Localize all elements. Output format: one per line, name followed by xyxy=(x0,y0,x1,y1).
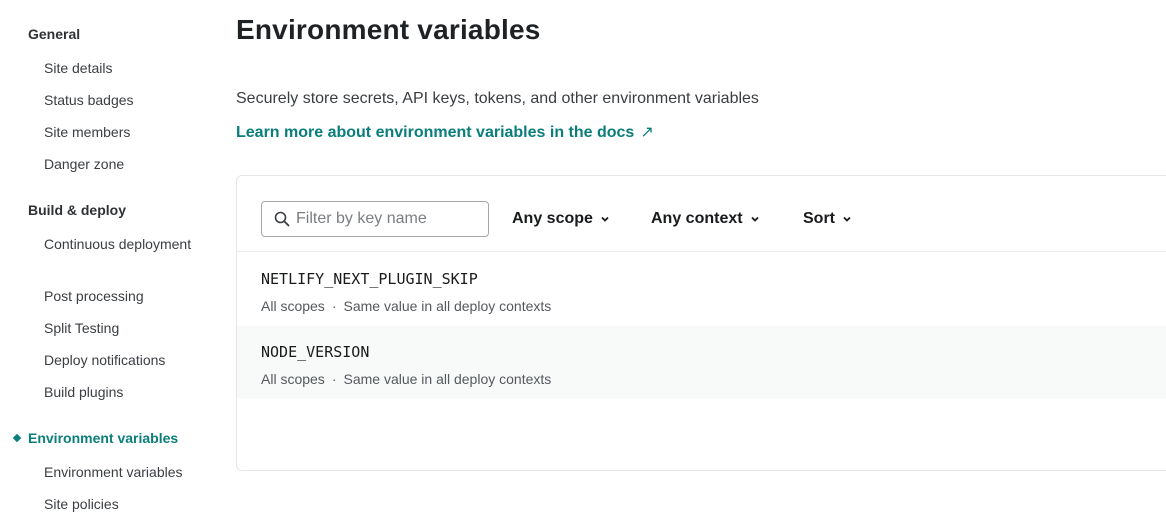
context-filter-button[interactable]: Any context xyxy=(651,206,760,232)
docs-link[interactable]: Learn more about environment variables i… xyxy=(236,122,654,142)
sidebar-item-deploy-notifications[interactable]: Deploy notifications xyxy=(44,350,165,370)
sidebar-item-danger-zone[interactable]: Danger zone xyxy=(44,154,124,174)
meta-separator: · xyxy=(331,298,337,314)
filter-toolbar: Any scope Any context Sort xyxy=(237,176,1166,252)
env-variable-row[interactable]: NODE_VERSION All scopes · Same value in al… xyxy=(237,326,1166,399)
docs-link-label: Learn more about environment variables i… xyxy=(236,124,635,141)
sidebar-item-post-processing[interactable]: Post processing xyxy=(44,286,144,306)
sort-label: Sort xyxy=(803,210,835,227)
sidebar-item-split-testing[interactable]: Split Testing xyxy=(44,318,119,338)
variable-context: Same value in all deploy contexts xyxy=(343,371,552,387)
search-field[interactable] xyxy=(261,201,489,237)
search-input[interactable] xyxy=(296,202,484,236)
sidebar-section-build-deploy[interactable]: Build & deploy xyxy=(28,202,126,218)
scope-filter-button[interactable]: Any scope xyxy=(512,206,610,232)
sidebar-item-status-badges[interactable]: Status badges xyxy=(44,90,134,110)
sidebar-item-site-details[interactable]: Site details xyxy=(44,58,112,78)
search-icon xyxy=(274,211,290,227)
sort-button[interactable]: Sort xyxy=(803,206,852,232)
settings-sidebar: General Site details Status badges Site … xyxy=(0,0,210,525)
scope-filter-label: Any scope xyxy=(512,210,593,227)
page-description: Securely store secrets, API keys, tokens… xyxy=(236,90,759,107)
sidebar-item-site-members[interactable]: Site members xyxy=(44,122,130,142)
chevron-down-icon xyxy=(750,216,759,222)
variable-key: NETLIFY_NEXT_PLUGIN_SKIP xyxy=(261,270,478,288)
variable-scope: All scopes xyxy=(261,298,325,314)
variable-meta: All scopes · Same value in all deploy cont… xyxy=(261,298,551,314)
sidebar-section-general[interactable]: General xyxy=(28,26,80,42)
active-indicator-icon xyxy=(12,433,22,443)
sidebar-section-environment-variables[interactable]: Environment variables xyxy=(28,430,178,446)
sidebar-item-continuous-deployment[interactable]: Continuous deployment xyxy=(44,234,194,254)
sidebar-item-environment-variables[interactable]: Environment variables xyxy=(44,462,183,482)
env-variable-row[interactable]: NETLIFY_NEXT_PLUGIN_SKIP All scopes · Same… xyxy=(237,253,1166,326)
variable-scope: All scopes xyxy=(261,371,325,387)
variable-key: NODE_VERSION xyxy=(261,343,370,361)
chevron-down-icon xyxy=(601,216,609,222)
chevron-down-icon xyxy=(843,216,851,222)
meta-separator: · xyxy=(331,371,337,387)
site-settings-page: General Site details Status badges Site … xyxy=(0,0,1166,525)
context-filter-label: Any context xyxy=(651,210,743,227)
variable-meta: All scopes · Same value in all deploy cont… xyxy=(261,371,551,387)
sidebar-item-build-plugins[interactable]: Build plugins xyxy=(44,382,123,402)
external-link-icon: ↗ xyxy=(640,124,654,141)
env-variables-card: Any scope Any context Sort NETLIFY_NEXT_… xyxy=(236,175,1166,471)
sidebar-item-site-policies[interactable]: Site policies xyxy=(44,494,119,514)
page-title: Environment variables xyxy=(236,14,541,45)
variable-context: Same value in all deploy contexts xyxy=(343,298,552,314)
